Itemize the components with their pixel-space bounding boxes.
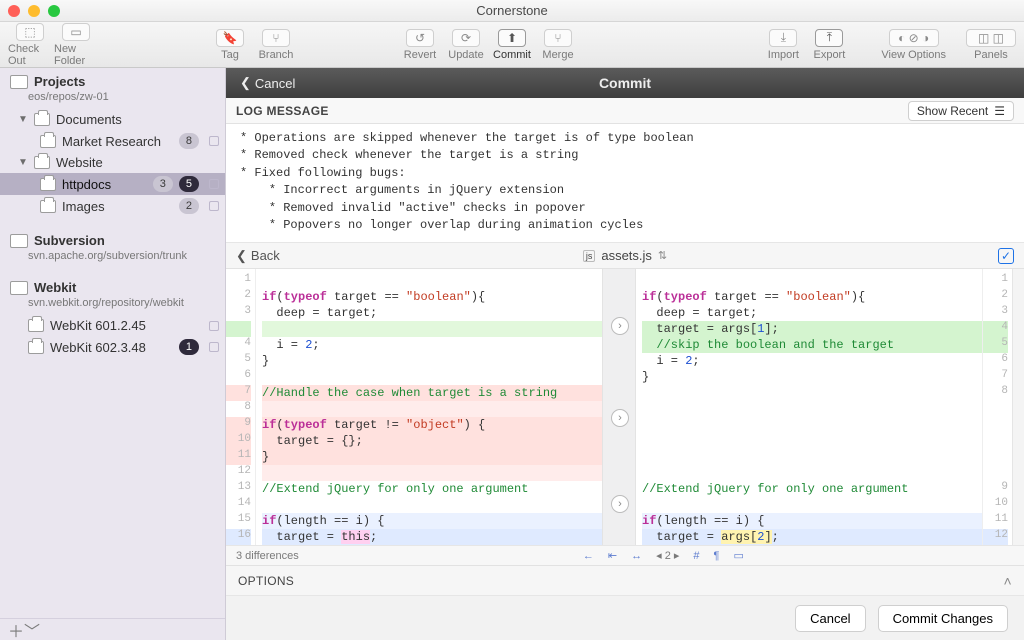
check-out-button[interactable]: ⬚Check Out bbox=[8, 23, 52, 67]
add-button[interactable]: ＋﹀ bbox=[8, 618, 40, 640]
diff-nav-mark-icon[interactable]: ⇤ bbox=[608, 549, 617, 562]
sidebar-item-webkit-602[interactable]: WebKit 602.3.481 bbox=[0, 336, 225, 358]
options-disclosure[interactable]: OPTIONS˄ bbox=[226, 566, 1024, 596]
diff-count: 3 differences bbox=[236, 550, 299, 562]
folder-icon bbox=[34, 156, 50, 169]
checkbox[interactable] bbox=[209, 201, 219, 211]
window-titlebar: Cornerstone bbox=[0, 0, 1024, 22]
revert-button[interactable]: ↺Revert bbox=[398, 29, 442, 61]
checkbox[interactable] bbox=[209, 136, 219, 146]
sidebar-item-documents[interactable]: ▼Documents bbox=[0, 109, 225, 130]
projects-header[interactable]: Projects bbox=[0, 68, 225, 91]
diff-right-pane: if(typeof target == "boolean"){ deep = t… bbox=[636, 269, 1012, 545]
branch-button[interactable]: ⑂Branch bbox=[254, 29, 298, 61]
import-button[interactable]: ⤓Import bbox=[761, 29, 805, 61]
main-toolbar: ⬚Check Out ▭New Folder 🔖Tag ⑂Branch ↺Rev… bbox=[0, 22, 1024, 68]
subversion-header[interactable]: Subversion bbox=[0, 227, 225, 250]
update-button[interactable]: ⟳Update bbox=[444, 29, 488, 61]
diff-hunk-button-1[interactable]: › bbox=[611, 317, 629, 335]
show-recent-button[interactable]: Show Recent☰ bbox=[908, 101, 1014, 121]
chevron-up-icon: ˄ bbox=[1004, 573, 1012, 589]
panels-button[interactable]: ◫ ◫Panels bbox=[966, 29, 1016, 61]
folder-icon bbox=[40, 200, 56, 213]
projects-subtitle: eos/repos/zw-01 bbox=[0, 91, 225, 109]
folder-small-icon[interactable]: ▭ bbox=[733, 549, 743, 562]
commit-title: Commit bbox=[226, 75, 1024, 91]
count-badge-dark: 5 bbox=[179, 176, 199, 192]
diff-hunk-button-3[interactable]: › bbox=[611, 495, 629, 513]
window-title: Cornerstone bbox=[0, 3, 1024, 18]
commit-title-strip: ❮ Cancel Commit bbox=[226, 68, 1024, 98]
diff-left-pane: 123456789101112131415161718 if(typeof ta… bbox=[226, 269, 602, 545]
sidebar-item-images[interactable]: Images2 bbox=[0, 195, 225, 217]
commit-footer: Cancel Commit Changes bbox=[226, 596, 1024, 640]
right-code[interactable]: if(typeof target == "boolean"){ deep = t… bbox=[636, 269, 982, 545]
pilcrow-icon[interactable]: ¶ bbox=[714, 550, 720, 562]
export-button[interactable]: ⤒Export bbox=[807, 29, 851, 61]
folder-icon bbox=[34, 113, 50, 126]
vertical-scrollbar[interactable] bbox=[1012, 269, 1024, 545]
left-line-gutter: 123456789101112131415161718 bbox=[226, 269, 256, 545]
count-badge-dark: 1 bbox=[179, 339, 199, 355]
subversion-subtitle: svn.apache.org/subversion/trunk bbox=[0, 250, 225, 268]
count-badge: 2 bbox=[179, 198, 199, 214]
repo-icon bbox=[10, 234, 28, 248]
sidebar-item-httpdocs[interactable]: httpdocs35 bbox=[0, 173, 225, 195]
merge-button[interactable]: ⑂Merge bbox=[536, 29, 580, 61]
webkit-subtitle: svn.webkit.org/repository/webkit bbox=[0, 297, 225, 315]
stepper-icon[interactable]: ⇅ bbox=[658, 249, 667, 262]
tag-button[interactable]: 🔖Tag bbox=[208, 29, 252, 61]
js-file-icon: js bbox=[583, 250, 596, 262]
folder-icon bbox=[28, 341, 44, 354]
sidebar-footer: ＋﹀ bbox=[0, 618, 225, 640]
log-message-textarea[interactable]: * Operations are skipped whenever the ta… bbox=[226, 124, 1024, 243]
sidebar-item-market-research[interactable]: Market Research8 bbox=[0, 130, 225, 152]
folder-icon bbox=[40, 178, 56, 191]
diff-nav-combo-icon[interactable]: ↔ bbox=[631, 550, 642, 562]
log-message-header: LOG MESSAGE Show Recent☰ bbox=[226, 98, 1024, 124]
count-badge: 8 bbox=[179, 133, 199, 149]
folder-icon bbox=[28, 319, 44, 332]
diff-viewer: 123456789101112131415161718 if(typeof ta… bbox=[226, 269, 1024, 546]
webkit-header[interactable]: Webkit bbox=[0, 274, 225, 297]
new-folder-button[interactable]: ▭New Folder bbox=[54, 23, 98, 67]
sidebar-item-website[interactable]: ▼Website bbox=[0, 152, 225, 173]
commit-changes-button[interactable]: Commit Changes bbox=[878, 605, 1008, 632]
projects-icon bbox=[10, 75, 28, 89]
hash-icon[interactable]: # bbox=[693, 550, 699, 562]
commit-button[interactable]: ⬆Commit bbox=[490, 29, 534, 61]
menu-icon: ☰ bbox=[994, 104, 1005, 118]
diff-nav-index: ◂ 2 ▸ bbox=[656, 549, 679, 562]
right-line-gutter: 1234567891011121314 bbox=[982, 269, 1012, 545]
source-list-sidebar: Projects eos/repos/zw-01 ▼Documents Mark… bbox=[0, 68, 226, 640]
sidebar-item-webkit-601[interactable]: WebKit 601.2.45 bbox=[0, 315, 225, 336]
folder-icon bbox=[40, 135, 56, 148]
cancel-button[interactable]: Cancel bbox=[795, 605, 865, 632]
checkbox[interactable] bbox=[209, 321, 219, 331]
checkbox[interactable] bbox=[209, 179, 219, 189]
current-file-name[interactable]: assets.js bbox=[601, 248, 652, 263]
count-badge: 3 bbox=[153, 176, 173, 192]
checkbox[interactable] bbox=[209, 342, 219, 352]
left-code[interactable]: if(typeof target == "boolean"){ deep = t… bbox=[256, 269, 602, 545]
file-nav-strip: ❮ Back jsassets.js⇅ ✓ bbox=[226, 243, 1024, 269]
view-options-button[interactable]: ◐ ⊘ ◑View Options bbox=[881, 29, 946, 61]
diff-status-bar: 3 differences ← ⇤ ↔ ◂ 2 ▸ # ¶ ▭ bbox=[226, 546, 1024, 566]
diff-hunk-button-2[interactable]: › bbox=[611, 409, 629, 427]
repo-icon bbox=[10, 281, 28, 295]
diff-nav-left-icon[interactable]: ← bbox=[583, 550, 594, 562]
main-pane: ❮ Cancel Commit LOG MESSAGE Show Recent☰… bbox=[226, 68, 1024, 640]
diff-center-gutter: › › › bbox=[602, 269, 636, 545]
